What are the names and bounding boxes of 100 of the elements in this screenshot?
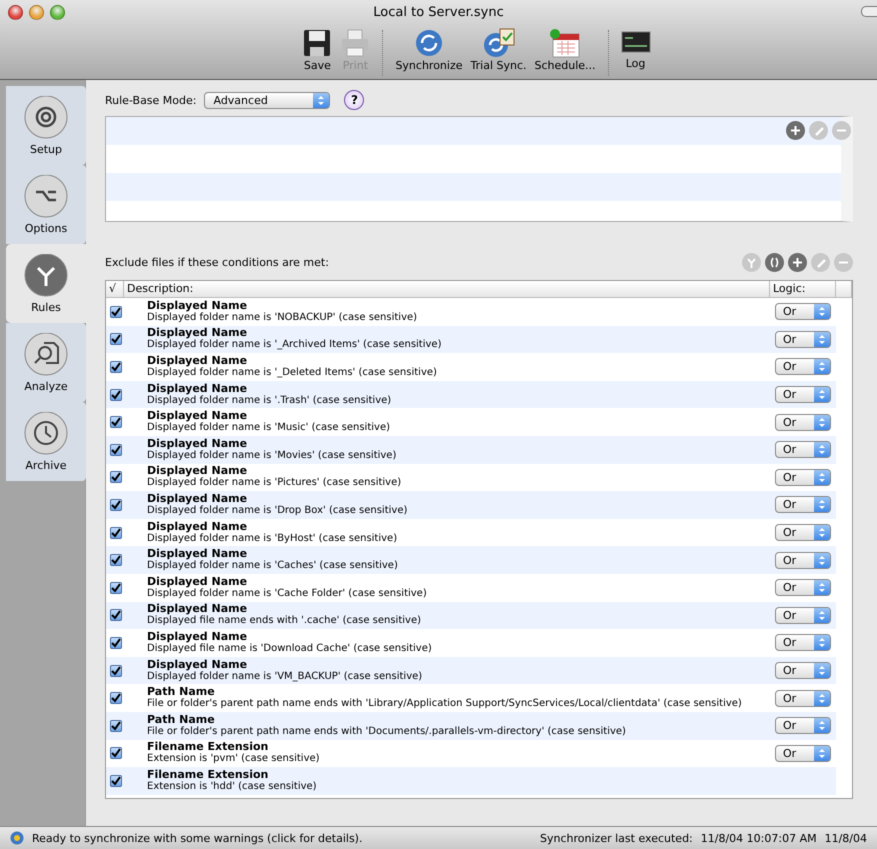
checkbox[interactable] — [110, 636, 122, 649]
close-button[interactable] — [8, 4, 23, 20]
rule-description: Displayed folder name is 'Caches' (case sensitive) — [147, 560, 399, 572]
toolbar-button[interactable]: Trial Sync. — [468, 24, 528, 72]
checkbox[interactable] — [110, 692, 122, 704]
column-header[interactable]: √ — [106, 281, 124, 297]
status-date: 11/8/04 — [824, 832, 867, 844]
condition-action-button[interactable] — [788, 253, 807, 272]
rule-title: Path Name — [147, 714, 216, 726]
stepper-arrows-icon — [313, 92, 330, 108]
toolbar-button[interactable]: Synchronize — [393, 24, 465, 72]
sidebar-tab[interactable]: Setup — [6, 86, 86, 165]
rule-description: Displayed folder name is 'Music' (case sensitive) — [147, 422, 392, 434]
rule-description: Displayed folder name is 'Pictures' (case sensitive) — [147, 477, 402, 490]
rule-title: Displayed Name — [147, 410, 248, 422]
logic-dropdown[interactable]: Or — [775, 386, 831, 404]
rule-title: Displayed Name — [147, 630, 248, 643]
logic-dropdown[interactable]: Or — [775, 496, 831, 514]
checkbox[interactable] — [110, 609, 122, 622]
logic-dropdown[interactable]: Or — [775, 690, 831, 707]
sync-clipboard-icon — [482, 28, 516, 58]
minus-icon — [838, 261, 849, 264]
checkbox[interactable] — [110, 526, 122, 539]
rule-base-mode-dropdown[interactable]: Advanced — [204, 92, 330, 108]
last-executed-label: Synchronizer last executed: — [540, 832, 693, 844]
minimize-button[interactable] — [29, 4, 44, 20]
logic-dropdown[interactable]: Or — [775, 468, 831, 486]
logic-dropdown[interactable]: Or — [775, 744, 831, 762]
logic-dropdown[interactable]: Or — [775, 330, 831, 348]
rule-title: Displayed Name — [147, 658, 248, 671]
rule-description: Displayed file name ends with '.cache' (case sensitive) — [147, 615, 422, 628]
checkbox[interactable] — [110, 333, 122, 346]
checkbox[interactable] — [110, 360, 122, 373]
rule-title: Displayed Name — [147, 548, 248, 560]
logic-dropdown[interactable]: Or — [775, 358, 831, 376]
toolbar-toggle-button[interactable] — [861, 6, 877, 17]
rule-description: Displayed folder name is '.Trash' (case sensitive) — [147, 394, 392, 407]
condition-action-button[interactable] — [765, 253, 784, 272]
exclude-label: Exclude files if these conditions are met: — [105, 256, 329, 269]
checkbox[interactable] — [110, 388, 122, 401]
checkbox[interactable] — [110, 498, 122, 511]
checkbox[interactable] — [110, 306, 122, 318]
rule-title: Displayed Name — [147, 492, 248, 505]
checkbox[interactable] — [110, 444, 122, 456]
rule-description: Displayed folder name is 'Drop Box' (case sensitive) — [147, 504, 408, 517]
checkbox[interactable] — [110, 416, 122, 428]
checkbox[interactable] — [110, 774, 122, 787]
logic-dropdown[interactable]: Or — [775, 717, 831, 734]
rule-title: Filename Extension — [147, 741, 270, 754]
minus-icon — [836, 129, 847, 132]
last-executed-time: 11/8/04 10:07:07 AM — [700, 832, 817, 844]
fork-icon — [24, 254, 68, 298]
checkbox[interactable] — [110, 720, 122, 732]
checkbox[interactable] — [110, 664, 122, 677]
list-action-button[interactable] — [786, 121, 805, 140]
column-header[interactable]: Logic: — [770, 281, 836, 297]
stepper-arrows-icon — [814, 470, 830, 485]
rule-title: Displayed Name — [147, 438, 248, 450]
rule-description: Extension is 'hdd' (case sensitive) — [147, 780, 318, 793]
toolbar-button[interactable]: Save — [300, 24, 334, 72]
help-button[interactable]: ? — [344, 90, 364, 110]
toolbar-button[interactable]: Schedule... — [532, 24, 598, 72]
stepper-arrows-icon — [814, 497, 830, 512]
stepper-arrows-icon — [814, 304, 830, 320]
sidebar-tab[interactable]: Analyze — [6, 323, 86, 402]
logic-dropdown[interactable]: Or — [775, 662, 831, 680]
rule-description: File or folder's parent path name ends with 'Library/Application Support/SyncServices/Local/clientdata' (case sensitive) — [147, 698, 743, 710]
checkbox[interactable] — [110, 747, 122, 760]
plus-icon — [792, 257, 803, 268]
sidebar-tab[interactable]: Archive — [6, 402, 86, 481]
checkbox[interactable] — [110, 471, 122, 484]
logic-dropdown[interactable]: Or — [775, 414, 831, 431]
zoom-button[interactable] — [50, 4, 65, 20]
checkbox[interactable] — [110, 582, 122, 594]
logic-dropdown[interactable]: Or — [775, 634, 831, 652]
clock-icon — [24, 412, 68, 456]
rule-description: Displayed folder name is 'VM_BACKUP' (case sensitive) — [147, 670, 424, 683]
logic-dropdown[interactable]: Or — [775, 579, 831, 596]
logic-dropdown[interactable]: Or — [775, 441, 831, 458]
logic-dropdown[interactable]: Or — [775, 606, 831, 624]
logic-dropdown[interactable]: Or — [775, 303, 831, 320]
checkbox[interactable] — [110, 554, 122, 566]
stepper-arrows-icon — [814, 608, 830, 623]
rule-description: Displayed folder name is '_Deleted Items' (case sensitive) — [147, 366, 438, 379]
stepper-arrows-icon — [814, 635, 830, 650]
rule-description: File or folder's parent path name ends with 'Documents/.parallels-vm-directory' (case sensitive) — [147, 726, 627, 738]
stepper-arrows-icon — [814, 359, 830, 374]
stepper-arrows-icon — [814, 552, 830, 568]
stepper-arrows-icon — [814, 525, 830, 540]
logic-dropdown[interactable]: Or — [775, 524, 831, 542]
rule-description: Displayed folder name is '_Archived Items' (case sensitive) — [147, 339, 442, 352]
pencil-icon — [816, 258, 826, 268]
status-message[interactable]: Ready to synchronize with some warnings (click for details). — [32, 832, 532, 844]
sidebar-tab[interactable]: Rules — [6, 244, 86, 323]
rule-title: Path Name — [147, 686, 215, 698]
stepper-arrows-icon — [814, 387, 830, 402]
column-header[interactable]: Description: — [124, 281, 770, 297]
sidebar-tab[interactable]: Options — [6, 165, 86, 244]
logic-dropdown[interactable]: Or — [775, 552, 831, 569]
toolbar-button[interactable]: Log — [618, 24, 653, 70]
